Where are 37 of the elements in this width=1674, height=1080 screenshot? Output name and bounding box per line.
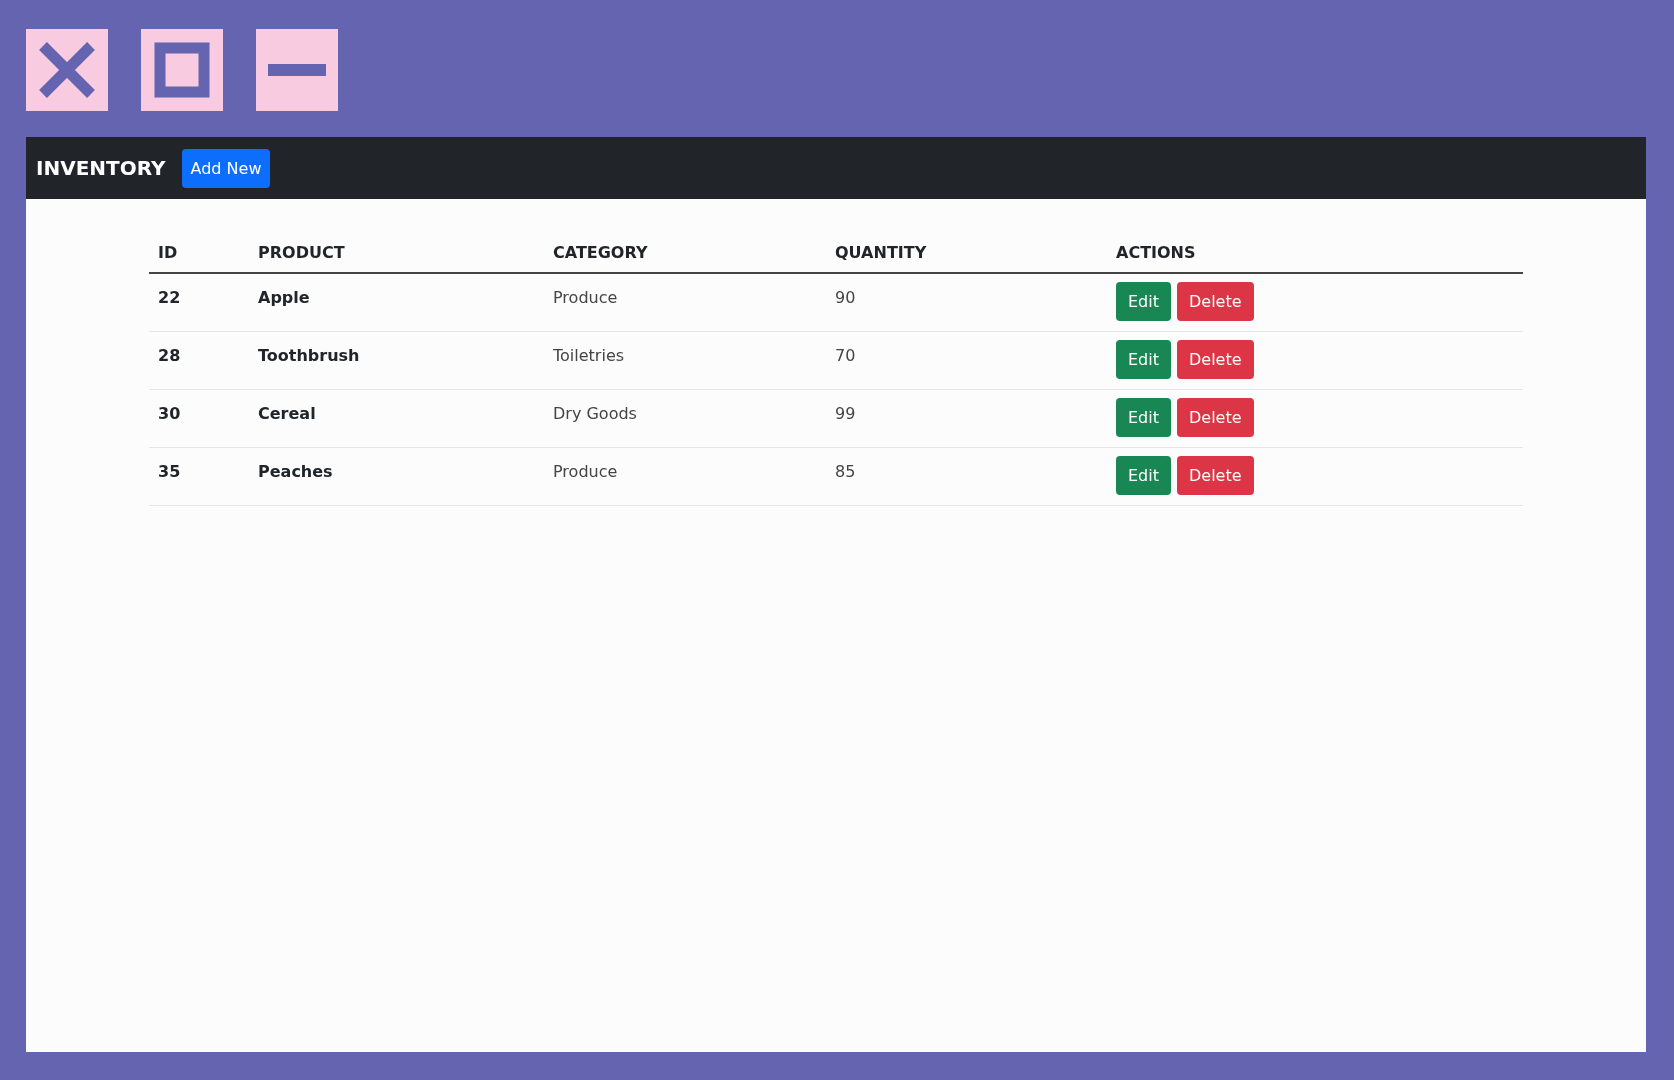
column-header: ID — [149, 235, 249, 273]
delete-button[interactable]: Delete — [1177, 397, 1254, 437]
table-cell: 70 — [826, 331, 1107, 389]
table-cell: Dry Goods — [544, 389, 826, 447]
close-button[interactable] — [26, 29, 108, 111]
table-cell: Apple — [249, 273, 544, 331]
table-cell: 99 — [826, 389, 1107, 447]
column-header: ACTIONS — [1107, 235, 1523, 273]
column-header: CATEGORY — [544, 235, 826, 273]
table-cell: 90 — [826, 273, 1107, 331]
minimize-button[interactable] — [256, 29, 338, 111]
table-cell: 22 — [149, 273, 249, 331]
maximize-icon — [154, 42, 210, 98]
table-cell: Produce — [544, 273, 826, 331]
table-cell: 28 — [149, 331, 249, 389]
edit-button[interactable]: Edit — [1116, 339, 1171, 379]
delete-button[interactable]: Delete — [1177, 282, 1254, 321]
close-icon — [37, 40, 97, 100]
delete-button[interactable]: Delete — [1177, 455, 1254, 495]
maximize-button[interactable] — [141, 29, 223, 111]
delete-button[interactable]: Delete — [1177, 339, 1254, 379]
table-cell: 85 — [826, 447, 1107, 505]
table-cell: 30 — [149, 389, 249, 447]
minimize-icon — [268, 64, 326, 76]
column-header: PRODUCT — [249, 235, 544, 273]
edit-button[interactable]: Edit — [1116, 282, 1171, 321]
edit-button[interactable]: Edit — [1116, 455, 1171, 495]
table-cell: 35 — [149, 447, 249, 505]
table-cell: Toiletries — [544, 331, 826, 389]
add-new-button[interactable]: Add New — [181, 148, 271, 188]
column-header: QUANTITY — [826, 235, 1107, 273]
table-cell: Produce — [544, 447, 826, 505]
table-cell: Peaches — [249, 447, 544, 505]
table-cell: Cereal — [249, 389, 544, 447]
table-cell: Toothbrush — [249, 331, 544, 389]
edit-button[interactable]: Edit — [1116, 397, 1171, 437]
brand-title: INVENTORY — [36, 156, 166, 180]
